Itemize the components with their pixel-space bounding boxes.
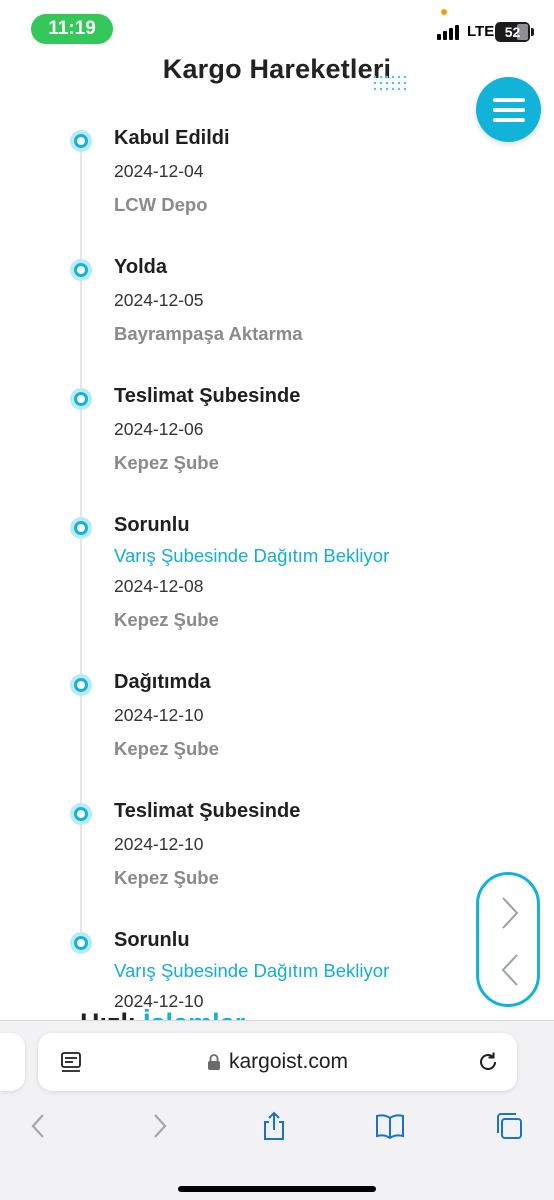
event-location: Kepez Şube [114,452,219,473]
pager-control [476,872,540,1007]
event-location: Kepez Şube [114,609,219,630]
address-bar[interactable]: kargoist.com [38,1033,517,1091]
event-date: 2024-12-06 [114,419,204,439]
hamburger-icon [492,97,525,102]
event-status: Teslimat Şubesinde [114,385,301,407]
event-date: 2024-12-10 [114,834,204,854]
event-status: Yolda [114,256,167,278]
event-status: Dağıtımda [114,671,211,693]
event-status: Teslimat Şubesinde [114,800,301,822]
timeline-dot-icon [70,517,92,539]
previous-tab-preview[interactable] [0,1033,25,1091]
event-date: 2024-12-04 [114,161,204,181]
chevron-left-icon [501,954,518,986]
event-location: Kepez Şube [114,867,219,888]
event-date: 2024-12-10 [114,705,204,725]
decorative-dots [372,74,408,94]
timeline-dot-icon [70,130,92,152]
menu-button[interactable] [476,77,541,142]
bookmarks-icon [376,1114,404,1140]
timeline-dot-icon [70,674,92,696]
page-title: Kargo Hareketleri [162,54,392,84]
timeline-dot-icon [70,803,92,825]
browser-toolbar [0,1109,554,1149]
status-time: 11:19 [31,14,113,44]
event-location: Kepez Şube [114,738,219,759]
event-status: Kabul Edildi [114,127,230,149]
reload-icon[interactable] [475,1049,501,1075]
tabs-button[interactable] [492,1109,526,1143]
signal-strength-icon [437,25,459,40]
url-text: kargoist.com [228,1050,349,1073]
back-icon [31,1114,44,1138]
event-substatus: Varış Şubesinde Dağıtım Bekliyor [114,545,390,566]
next-button[interactable] [497,893,523,933]
tabs-icon [497,1113,522,1139]
chevron-right-icon [502,897,519,929]
timeline-dot-icon [70,259,92,281]
home-indicator [178,1186,376,1192]
forward-button[interactable] [142,1109,176,1143]
event-status: Sorunlu [114,929,190,951]
timeline-dot-icon [70,932,92,954]
battery-icon: 52 [495,22,534,42]
battery-level: 52 [504,24,521,40]
timeline-dot-icon [70,388,92,410]
share-button[interactable] [257,1109,291,1143]
network-type: LTE [467,23,495,40]
bookmarks-button[interactable] [373,1109,407,1143]
event-date: 2024-12-08 [114,576,204,596]
event-status: Sorunlu [114,514,190,536]
lock-icon [207,1054,220,1070]
event-date: 2024-12-05 [114,290,204,310]
prev-button[interactable] [497,950,523,990]
event-location: Bayrampaşa Aktarma [114,323,303,344]
share-icon [264,1111,284,1140]
forward-icon [154,1114,167,1138]
event-substatus: Varış Şubesinde Dağıtım Bekliyor [114,960,390,981]
privacy-indicator-dot [441,9,447,15]
event-location: LCW Depo [114,194,208,215]
browser-bottom-bar: kargoist.com [0,1020,554,1200]
back-button[interactable] [22,1109,56,1143]
